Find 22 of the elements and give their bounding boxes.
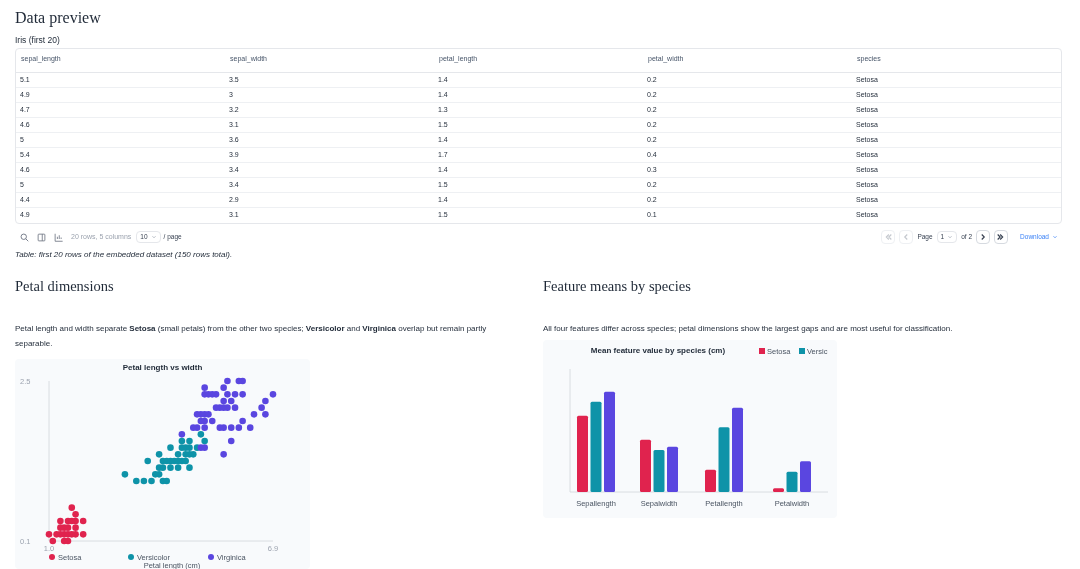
bar-chart-icon[interactable] [54,232,63,242]
section-description: Petal length and width separate Setosa (small petals) from the other two species; Versicolor and Virginica overlap but remain partly separable. [15,323,488,350]
data-point [227,437,235,445]
chevron-down-icon [947,234,954,240]
section-description: All four features differ across species; petal dimensions show the largest gaps and are most useful for classification. [543,323,954,335]
sidebar-icon[interactable] [37,232,46,242]
chart-title: Mean feature value by species (cm) [590,346,726,355]
section-heading: Feature means by species [543,277,692,295]
data-point [220,451,227,458]
section-heading: Petal dimensions [15,277,115,295]
chart-title: Petal length vs width [122,363,203,372]
data-point [121,471,129,478]
double-chevron-icon [883,232,894,242]
chevron-down-icon [150,234,157,240]
chevron-down-icon [1052,234,1058,240]
data-point [144,457,151,465]
table-caption: Iris (first 20) [15,34,61,46]
pagination-button[interactable] [994,230,1009,244]
pagination-button[interactable] [976,230,991,244]
page-title: Data preview [15,8,102,28]
search-icon[interactable] [20,232,29,242]
table-note: Table: first 20 rows of the embedded dataset (150 rows total). [15,249,234,261]
